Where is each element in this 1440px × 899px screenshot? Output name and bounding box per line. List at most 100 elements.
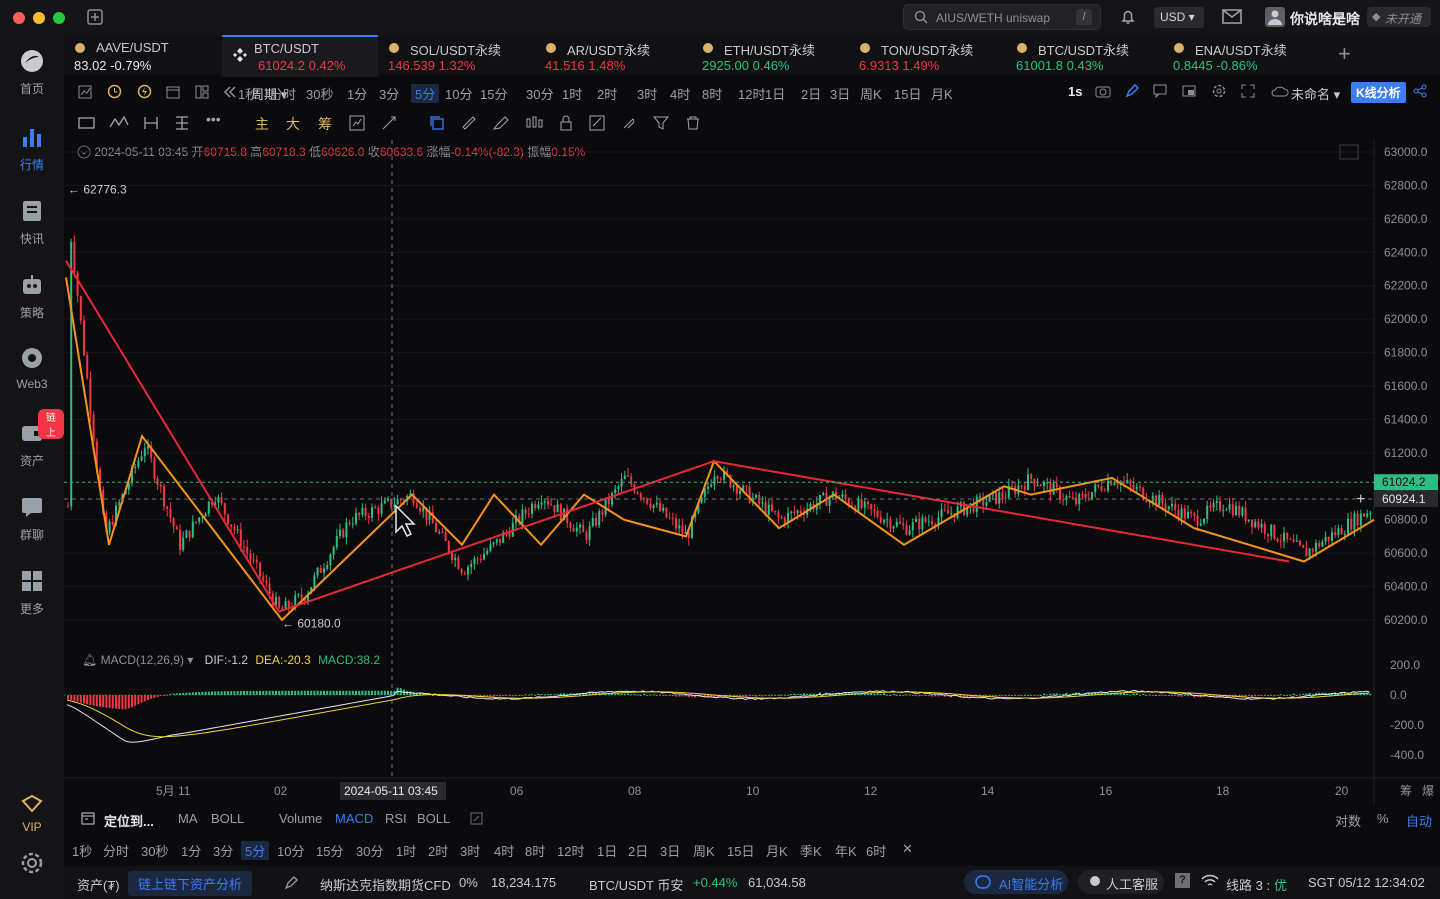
tab-aave-usdt[interactable]: AAVE/USDT 83.02 -0.79% [64, 35, 219, 75]
liquidation-corner-button[interactable]: 爆 [1422, 784, 1434, 798]
bottom-period-21[interactable]: 季K [800, 841, 822, 860]
period-1[interactable]: 分时 [270, 84, 296, 103]
brush-icon[interactable] [492, 115, 510, 131]
interval-selector[interactable]: 1s [1068, 84, 1082, 99]
indicator-ma[interactable]: MA [178, 811, 198, 826]
tab-ena-usdt[interactable]: ENA/USDT永续 0.8445 -0.86% [1163, 35, 1318, 75]
bottom-period-13[interactable]: 8时 [525, 841, 545, 860]
big-order-button[interactable]: 大 [286, 114, 300, 134]
calendar-locate-icon[interactable] [81, 811, 95, 825]
camera-icon[interactable] [1095, 84, 1111, 98]
sidebar-item-assets[interactable]: 资产 链上 [0, 409, 64, 469]
bottom-period-14[interactable]: 12时 [557, 841, 584, 860]
indicator-rsi[interactable]: RSI [385, 811, 407, 826]
bottom-period-20[interactable]: 月K [766, 841, 788, 860]
sidebar-item-news[interactable]: 快讯 [0, 199, 64, 247]
range-tool-icon[interactable] [143, 115, 159, 131]
gear-icon[interactable] [1212, 84, 1226, 98]
sidebar-item-strategy[interactable]: 策略 [0, 273, 64, 321]
chip-corner-button[interactable]: 筹 [1400, 784, 1412, 798]
period-0[interactable]: 1秒 [238, 84, 258, 103]
bottom-period-5[interactable]: 5分 [241, 841, 270, 860]
trend-tool-icon[interactable] [109, 115, 129, 131]
cloud-icon[interactable] [1271, 85, 1289, 97]
bottom-period-9[interactable]: 1时 [396, 841, 416, 860]
clock-icon[interactable] [107, 84, 122, 99]
kline-analysis-button[interactable]: K线分析 [1351, 82, 1406, 103]
ruler-icon[interactable] [461, 115, 477, 131]
edit-icon[interactable] [284, 876, 298, 890]
period-12[interactable]: 4时 [670, 84, 690, 103]
bottom-period-10[interactable]: 2时 [428, 841, 448, 860]
line-label[interactable]: 线路 3 : [1226, 875, 1270, 894]
period-14[interactable]: 12时 [738, 84, 765, 103]
period-10[interactable]: 2时 [597, 84, 617, 103]
share-icon[interactable] [1413, 84, 1427, 98]
period-3[interactable]: 1分 [347, 84, 367, 103]
trash-icon[interactable] [685, 115, 701, 131]
magnet-icon[interactable] [621, 115, 637, 131]
period-8[interactable]: 30分 [526, 84, 553, 103]
bottom-period-7[interactable]: 15分 [316, 841, 343, 860]
bottom-period-1[interactable]: 分时 [103, 841, 129, 860]
macd-label[interactable]: MACD(12,26,9) [101, 653, 184, 667]
maximize-window-button[interactable] [53, 12, 65, 24]
bottom-period-3[interactable]: 1分 [181, 841, 201, 860]
asset-analysis-link[interactable]: 链上链下资产分析 [128, 871, 253, 896]
period-4[interactable]: 3分 [379, 84, 399, 103]
tab-sol-usdt[interactable]: SOL/USDT永续 146.539 1.32% [378, 35, 533, 75]
username[interactable]: 你说啥是啥 [1290, 9, 1360, 29]
fib-tool-icon[interactable] [174, 115, 190, 131]
asset-label[interactable]: 资产(₮) [77, 875, 120, 894]
bottom-period-18[interactable]: 周K [693, 841, 715, 860]
comment-icon[interactable] [1153, 84, 1167, 98]
bottom-period-16[interactable]: 2日 [628, 841, 648, 860]
period-13[interactable]: 8时 [702, 84, 722, 103]
bottom-period-12[interactable]: 4时 [494, 841, 514, 860]
new-window-icon[interactable] [86, 8, 104, 26]
note-icon[interactable] [589, 115, 605, 131]
screenshot-icon[interactable] [1182, 84, 1196, 98]
period-5[interactable]: 5分 [411, 84, 440, 103]
close-period-bar-icon[interactable]: ✕ [902, 841, 913, 857]
pen-icon[interactable] [1125, 84, 1139, 98]
candles-icon[interactable] [525, 115, 543, 131]
add-alert-icon[interactable]: + [1356, 491, 1365, 508]
close-tab-icon[interactable] [360, 39, 372, 51]
tab-btc-usdt-perp[interactable]: BTC/USDT永续 61001.8 0.43% [1006, 35, 1161, 75]
sidebar-item-home[interactable]: 首页 [0, 49, 64, 97]
filter-icon[interactable] [653, 115, 669, 131]
auto-scale-toggle[interactable]: 自动 [1406, 811, 1432, 830]
main-chip-button[interactable]: 主 [255, 114, 269, 134]
period-7[interactable]: 15分 [480, 84, 507, 103]
replay-icon[interactable] [223, 85, 237, 99]
log-scale-toggle[interactable]: 对数 [1335, 811, 1361, 830]
bottom-period-4[interactable]: 3分 [213, 841, 233, 860]
bottom-period-0[interactable]: 1秒 [72, 841, 92, 860]
period-17[interactable]: 3日 [830, 84, 850, 103]
rectangle-tool-icon[interactable] [78, 116, 96, 130]
bottom-period-19[interactable]: 15日 [727, 841, 754, 860]
currency-select[interactable]: USD ▾ [1154, 7, 1204, 28]
more-tools-icon[interactable]: ••• [206, 111, 221, 127]
kline-chart[interactable]: 63000.0 62800.0 62600.0 62400.0 62200.0 62000… [64, 140, 1440, 804]
lock-icon[interactable] [558, 115, 574, 131]
period-19[interactable]: 15日 [894, 84, 921, 103]
mail-icon[interactable] [1222, 9, 1242, 25]
locate-to-button[interactable]: 定位到... [104, 811, 154, 830]
bottom-period-2[interactable]: 30秒 [141, 841, 168, 860]
layout-icon[interactable] [195, 85, 209, 99]
indicator-macd[interactable]: MACD [335, 811, 373, 826]
tab-btc-usdt[interactable]: BTC/USDT 61024.2 0.42% [222, 35, 378, 77]
bottom-period-11[interactable]: 3时 [460, 841, 480, 860]
period-20[interactable]: 月K [931, 84, 953, 103]
search-input[interactable]: AIUS/WETH uniswap / [903, 4, 1101, 30]
auto-pattern-icon[interactable] [349, 115, 365, 131]
flash-icon[interactable] [137, 84, 152, 99]
settings-icon[interactable] [20, 851, 44, 875]
minimize-window-button[interactable] [33, 12, 45, 24]
period-2[interactable]: 30秒 [306, 84, 333, 103]
ai-analysis-button[interactable]: AI智能分析 [964, 870, 1068, 894]
indicator-boll-sub[interactable]: BOLL [417, 811, 450, 826]
tab-ar-usdt[interactable]: AR/USDT永续 41.516 1.48% [535, 35, 690, 75]
